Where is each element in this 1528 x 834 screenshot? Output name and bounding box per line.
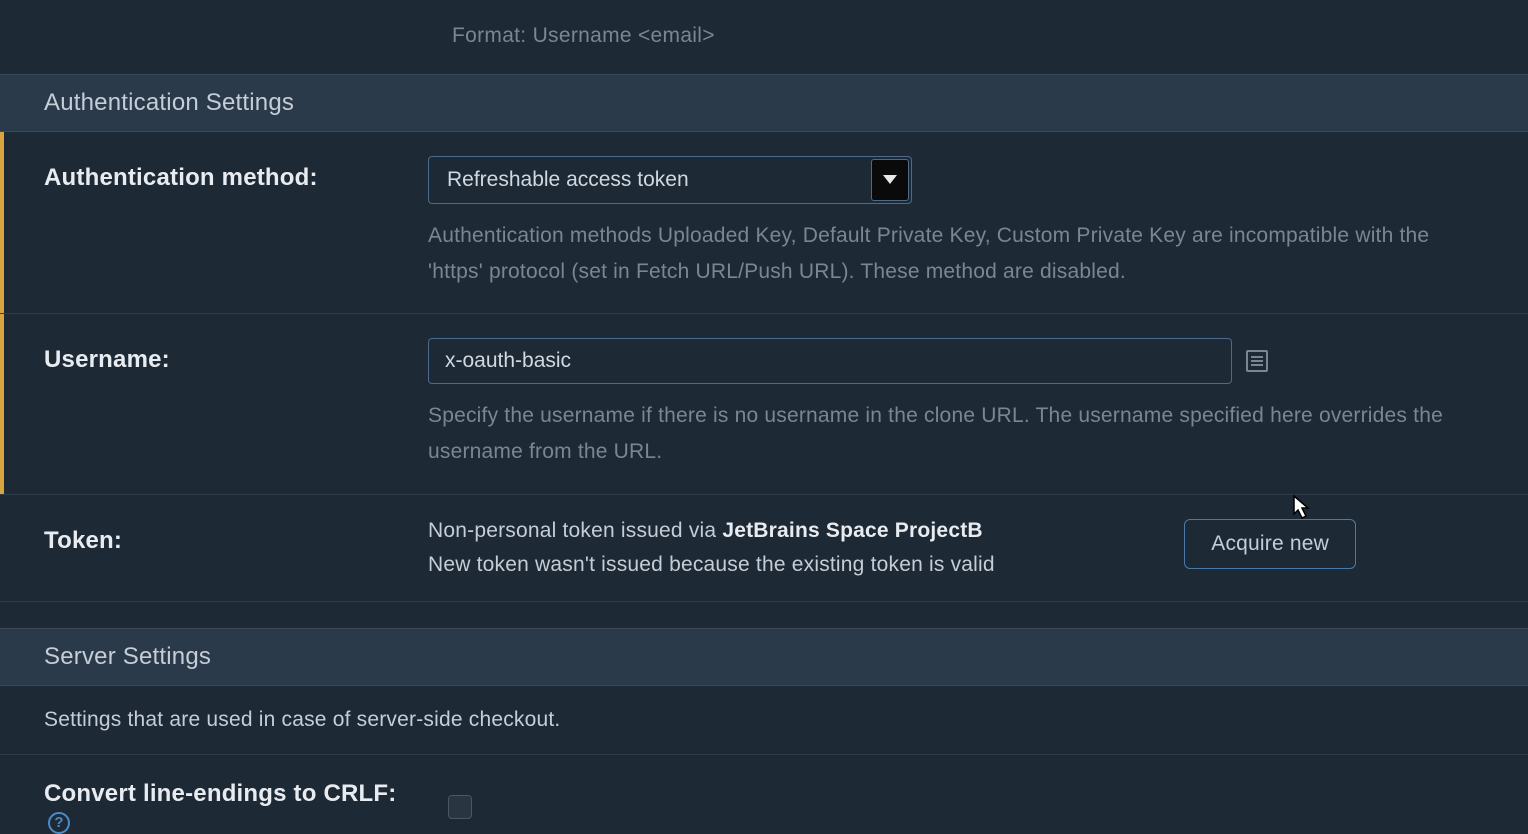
token-source: JetBrains Space ProjectB — [722, 519, 982, 542]
auth-method-value: Refreshable access token — [429, 159, 869, 201]
auth-method-select[interactable]: Refreshable access token — [428, 156, 912, 204]
auth-settings-header: Authentication Settings — [0, 74, 1528, 132]
auth-method-label: Authentication method: — [24, 156, 428, 192]
auth-method-help: Authentication methods Uploaded Key, Def… — [428, 218, 1488, 289]
username-row: Username: Specify the username if there … — [0, 314, 1528, 494]
dropdown-arrow-icon[interactable] — [871, 159, 909, 201]
token-label: Token: — [24, 519, 428, 555]
token-row: Token: Non-personal token issued via Jet… — [0, 495, 1528, 602]
parameter-reference-icon[interactable] — [1246, 350, 1268, 372]
token-status-text: New token wasn't issued because the exis… — [428, 553, 1164, 577]
crlf-checkbox[interactable] — [448, 795, 472, 819]
username-label: Username: — [24, 338, 428, 374]
crlf-row: Convert line-endings to CRLF: ? — [24, 755, 1528, 834]
acquire-new-button[interactable]: Acquire new — [1184, 519, 1356, 569]
token-issued-text: Non-personal token issued via JetBrains … — [428, 519, 1164, 543]
server-settings-header: Server Settings — [0, 628, 1528, 686]
username-help: Specify the username if there is no user… — [428, 398, 1488, 469]
auth-method-row: Authentication method: Refreshable acces… — [0, 132, 1528, 314]
crlf-label: Convert line-endings to CRLF: — [44, 780, 396, 807]
server-settings-description: Settings that are used in case of server… — [0, 686, 1528, 755]
help-icon[interactable]: ? — [48, 812, 70, 834]
username-input[interactable] — [428, 338, 1232, 384]
format-hint-text: Format: Username <email> — [452, 0, 1528, 48]
